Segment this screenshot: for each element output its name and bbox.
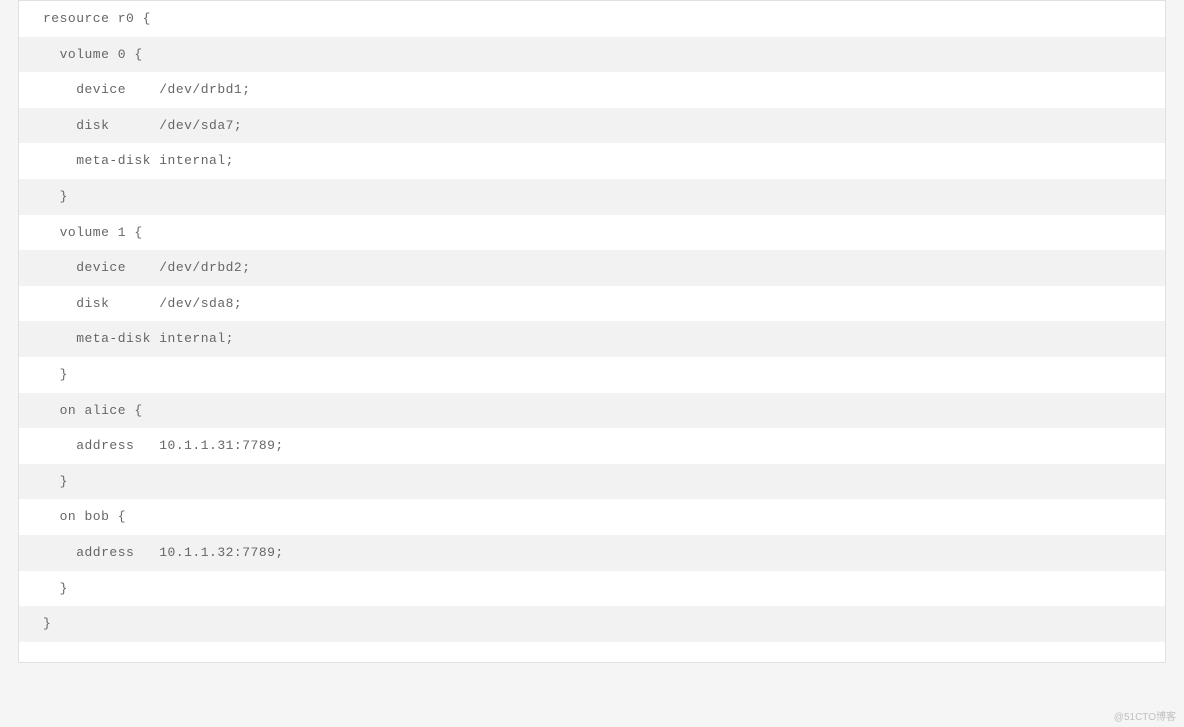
code-line: device /dev/drbd1; [19,72,1165,108]
code-line: } [19,179,1165,215]
code-line: } [19,571,1165,607]
code-line: meta-disk internal; [19,143,1165,179]
code-line: device /dev/drbd2; [19,250,1165,286]
code-line: } [19,464,1165,500]
code-line: on alice { [19,393,1165,429]
code-line: address 10.1.1.31:7789; [19,428,1165,464]
code-line: address 10.1.1.32:7789; [19,535,1165,571]
code-line: meta-disk internal; [19,321,1165,357]
code-line: disk /dev/sda7; [19,108,1165,144]
code-line: volume 1 { [19,215,1165,251]
code-block: resource r0 { volume 0 { device /dev/drb… [18,0,1166,663]
watermark: @51CTO博客 [1114,708,1176,723]
code-line: } [19,357,1165,393]
code-line: } [19,606,1165,642]
code-line [19,642,1165,662]
code-line: resource r0 { [19,1,1165,37]
code-line: disk /dev/sda8; [19,286,1165,322]
code-line: on bob { [19,499,1165,535]
code-line: volume 0 { [19,37,1165,73]
